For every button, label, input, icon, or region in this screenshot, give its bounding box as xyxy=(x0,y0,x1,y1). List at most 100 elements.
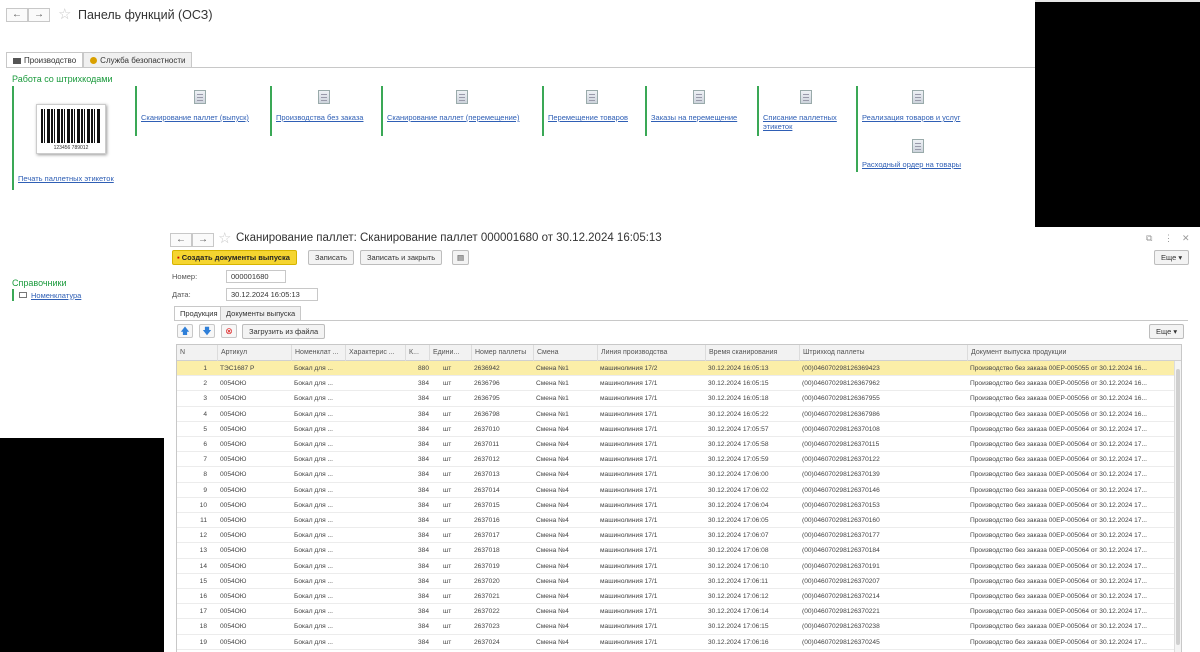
save-button[interactable]: Записать xyxy=(308,250,355,265)
table-row[interactable]: 2 0054ОЮ Бокал для ... 384 шт 2636796 Смена №1… xyxy=(177,376,1181,392)
col-characteristic[interactable]: Характерис ... xyxy=(345,345,405,361)
link-expense-order-goods[interactable]: Расходный ордер на товары xyxy=(862,160,961,169)
table-row[interactable]: 3 0054ОЮ Бокал для ... 384 шт 2636795 Смена №1… xyxy=(177,391,1181,407)
table-row[interactable]: 4 0054ОЮ Бокал для ... 384 шт 2636798 Смена №1… xyxy=(177,407,1181,422)
more-button[interactable]: Еще ▾ xyxy=(1154,250,1190,265)
forward-arrow-icon[interactable]: → xyxy=(192,233,214,247)
cell-pallet: 2637011 xyxy=(474,441,500,448)
cell-unit: шт xyxy=(443,425,452,433)
tab-production[interactable]: Производство xyxy=(6,52,84,68)
table-row[interactable]: 8 0054ОЮ Бокал для ... 384 шт 2637013 Смена №4… xyxy=(177,467,1181,483)
table-row[interactable]: 19 0054ОЮ Бокал для ... 384 шт 2637024 Смена №… xyxy=(177,635,1181,650)
create-output-docs-button[interactable]: ▪ Создать документы выпуска xyxy=(172,250,297,265)
table-row[interactable]: 12 0054ОЮ Бокал для ... 384 шт 2637017 Смена №… xyxy=(177,528,1181,544)
link-writeoff-pallet-labels-line2[interactable]: этикеток xyxy=(763,122,792,131)
link-writeoff-pallet-labels[interactable]: Списание паллетных xyxy=(763,113,837,122)
table-row[interactable]: 7 0054ОЮ Бокал для ... 384 шт 2637012 Смена №4… xyxy=(177,452,1181,468)
link-goods-transfer[interactable]: Перемещение товаров xyxy=(548,113,628,122)
cell-time: 30.12.2024 17:06:15 xyxy=(708,623,769,631)
save-close-button[interactable]: Записать и закрыть xyxy=(360,250,443,265)
link-production-no-order[interactable]: Производства без заказа xyxy=(276,113,363,122)
col-output-doc[interactable]: Документ выпуска продукции xyxy=(967,345,1175,361)
cell-unit: шт xyxy=(443,395,452,403)
table-row[interactable]: 16 0054ОЮ Бокал для ... 384 шт 2637021 Смена №… xyxy=(177,589,1181,605)
back-arrow-icon[interactable]: ← xyxy=(170,233,192,247)
cell-art: 0054ОЮ xyxy=(220,532,247,540)
move-up-icon[interactable]: 🡅 xyxy=(177,324,193,338)
cell-n: 12 xyxy=(199,532,207,540)
link-sales-goods-services[interactable]: Реализация товаров и услуг xyxy=(862,113,960,122)
cell-n: 10 xyxy=(199,501,207,509)
cell-unit: шт xyxy=(443,456,452,464)
col-article[interactable]: Артикул xyxy=(217,345,287,361)
load-from-file-button[interactable]: Загрузить из файла xyxy=(242,324,326,339)
table-row[interactable]: 14 0054ОЮ Бокал для ... 384 шт 2637019 Смена №… xyxy=(177,559,1181,574)
cell-time: 30.12.2024 17:06:14 xyxy=(708,608,769,616)
link-scan-pallets-move[interactable]: Сканирование паллет (перемещение) xyxy=(387,113,519,122)
cell-n: 1 xyxy=(203,365,207,372)
table-row[interactable]: 15 0054ОЮ Бокал для ... 384 шт 2637020 Смена №… xyxy=(177,574,1181,589)
cell-time: 30.12.2024 16:05:22 xyxy=(708,410,769,418)
cell-pallet: 2636795 xyxy=(474,395,500,403)
vertical-scrollbar[interactable] xyxy=(1174,361,1181,652)
col-shift[interactable]: Смена xyxy=(533,345,597,361)
cell-art: 0054ОЮ xyxy=(220,608,247,616)
table-row[interactable]: 17 0054ОЮ Бокал для ... 384 шт 2637022 Смена №… xyxy=(177,604,1181,620)
cell-art: 0054ОЮ xyxy=(220,410,247,418)
scrollbar-thumb[interactable] xyxy=(1176,369,1180,645)
cell-shift: Смена №4 xyxy=(536,471,569,479)
col-production-line[interactable]: Линия производства xyxy=(597,345,705,361)
cell-barcode: (00)046070298126367986 xyxy=(802,410,880,418)
table-more-button[interactable]: Еще ▾ xyxy=(1149,324,1185,339)
cell-nom: Бокал для ... xyxy=(294,441,333,448)
col-unit[interactable]: Едини... xyxy=(429,345,469,361)
cell-qty: 384 xyxy=(417,638,429,646)
cell-qty: 384 xyxy=(417,410,429,418)
link-icon[interactable]: ⧉ xyxy=(1146,233,1152,244)
col-pallet-barcode[interactable]: Штрихкод паллеты xyxy=(799,345,967,361)
number-field[interactable]: 000001680 xyxy=(226,270,286,283)
link-transfer-orders[interactable]: Заказы на перемещение xyxy=(651,113,737,122)
menu-dots-icon[interactable]: ⋮ xyxy=(1164,233,1173,244)
table-row[interactable]: 5 0054ОЮ Бокал для ... 384 шт 2637010 Смена №4… xyxy=(177,422,1181,437)
favorite-star-icon[interactable]: ☆ xyxy=(218,231,231,246)
table-row[interactable]: 1 ТЭС1687 Р Бокал для ... 880 шт 2636942 Смена… xyxy=(177,361,1181,377)
favorite-star-icon[interactable]: ☆ xyxy=(58,7,71,22)
cell-unit: шт xyxy=(443,380,452,388)
tab-security[interactable]: Служба безопастности xyxy=(83,52,193,68)
cell-unit: шт xyxy=(443,441,452,448)
close-icon[interactable]: ✕ xyxy=(1182,233,1190,244)
cell-pallet: 2636798 xyxy=(474,410,500,418)
move-down-icon[interactable]: 🡇 xyxy=(199,324,215,338)
cell-barcode: (00)046070298126370214 xyxy=(802,593,880,600)
cell-qty: 384 xyxy=(417,395,429,403)
products-table: N Артикул Номенклат ... Характерис ... К… xyxy=(176,344,1182,652)
col-nomenclature[interactable]: Номенклат ... xyxy=(291,345,345,361)
cell-time: 30.12.2024 17:06:02 xyxy=(708,486,769,494)
delete-icon[interactable]: ⊗ xyxy=(221,324,237,338)
date-field[interactable]: 30.12.2024 16:05:13 xyxy=(226,288,318,301)
link-scan-pallets-output[interactable]: Сканирование паллет (выпуск) xyxy=(141,113,249,122)
forward-arrow-icon[interactable]: → xyxy=(28,8,50,22)
table-row[interactable]: 18 0054ОЮ Бокал для ... 384 шт 2637023 Смена №… xyxy=(177,619,1181,635)
cell-qty: 384 xyxy=(417,456,429,464)
col-n[interactable]: N xyxy=(177,345,203,361)
table-row[interactable]: 6 0054ОЮ Бокал для ... 384 шт 2637011 Смена №4… xyxy=(177,437,1181,453)
back-arrow-icon[interactable]: ← xyxy=(6,8,28,22)
print-icon[interactable]: ▤ xyxy=(452,250,470,265)
col-pallet-number[interactable]: Номер паллеты xyxy=(471,345,533,361)
col-scan-time[interactable]: Время сканирования xyxy=(705,345,799,361)
print-pallet-labels-link[interactable]: Печать паллетных этикеток xyxy=(18,174,114,183)
table-row[interactable]: 10 0054ОЮ Бокал для ... 384 шт 2637015 Смена №… xyxy=(177,498,1181,513)
cell-doc: Производство без заказа 00ЕР-005064 от 3… xyxy=(970,623,1147,631)
cell-time: 30.12.2024 16:05:18 xyxy=(708,395,769,403)
table-row[interactable]: 13 0054ОЮ Бокал для ... 384 шт 2637018 Смена №… xyxy=(177,543,1181,559)
table-row[interactable]: 11 0054ОЮ Бокал для ... 384 шт 2637016 Смена №… xyxy=(177,513,1181,529)
document-icon xyxy=(318,90,330,104)
cell-art: 0054ОЮ xyxy=(220,562,247,570)
table-row[interactable]: 9 0054ОЮ Бокал для ... 384 шт 2637014 Смена №4… xyxy=(177,483,1181,498)
col-qty[interactable]: К... xyxy=(405,345,427,361)
nomenclature-link[interactable]: Номенклатура xyxy=(31,291,81,300)
tab-output-docs[interactable]: Документы выпуска xyxy=(220,306,302,320)
tab-products[interactable]: Продукция xyxy=(174,306,224,320)
